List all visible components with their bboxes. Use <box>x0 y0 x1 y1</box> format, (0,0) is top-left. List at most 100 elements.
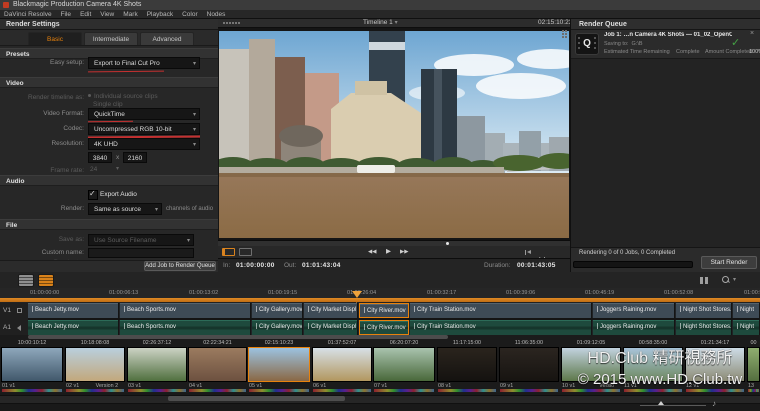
grid-dots-icon[interactable] <box>562 30 564 32</box>
audio-clip[interactable]: City Train Station.mov <box>410 320 592 335</box>
clip-thumbnail[interactable]: 11:17:15:00 08 v1 <box>437 340 497 393</box>
option-individual-source-clips[interactable]: Individual source clips <box>88 93 158 100</box>
settings-tab[interactable]: Advanced <box>140 32 194 45</box>
clip-thumbnail-image[interactable] <box>127 347 187 382</box>
start-render-button[interactable]: Start Render <box>701 256 757 269</box>
clip-thumbnail[interactable]: 00:58:35:00 11 v1 <box>623 340 683 393</box>
clip-thumbnail-image[interactable] <box>499 347 559 382</box>
zoom-slider[interactable] <box>640 405 706 406</box>
panel-grip-dots[interactable] <box>223 22 225 24</box>
zoom-icon[interactable] <box>722 276 729 283</box>
audio-clip[interactable]: Night Shot Stores.m <box>676 320 732 335</box>
codec-dropdown[interactable]: Uncompressed RGB 10-bit <box>88 123 200 135</box>
clip-mode-icon[interactable] <box>239 248 252 256</box>
settings-tab[interactable]: Intermediate <box>84 32 138 45</box>
clip-thumbnail-image[interactable] <box>1 347 63 382</box>
audio-channels-dropdown[interactable]: Same as source <box>88 203 162 215</box>
clip-thumbnail[interactable]: 01:21:34:17 12 v1 <box>685 340 745 393</box>
settings-tab[interactable]: Basic <box>28 32 82 45</box>
playhead-marker[interactable] <box>352 291 362 298</box>
menu-item[interactable]: Edit <box>80 11 91 18</box>
menu-item[interactable]: Mark <box>123 11 137 18</box>
export-audio-checkbox[interactable] <box>88 190 98 200</box>
clip-thumbnail-image[interactable] <box>747 347 760 382</box>
menu-item[interactable]: Color <box>182 11 198 18</box>
resolution-width-field[interactable]: 3840 <box>88 152 112 163</box>
video-clip[interactable]: City Gallery.mov <box>252 303 303 318</box>
menu-item[interactable]: File <box>61 11 71 18</box>
video-track-label[interactable]: V1 <box>3 303 11 318</box>
audio-clip[interactable]: City Market Displ <box>304 320 358 335</box>
audio-clip[interactable]: Joggers Raining.mov <box>593 320 675 335</box>
option-single-clip[interactable]: Single clip <box>93 101 123 108</box>
audio-clip[interactable]: Beach Jetty.mov <box>28 320 119 335</box>
skip-back-button[interactable]: ◀◀ <box>368 246 376 258</box>
video-clip[interactable]: Joggers Raining.mov <box>593 303 675 318</box>
video-clip[interactable]: City River.mov <box>359 303 409 318</box>
audio-track-label[interactable]: A1 <box>3 320 11 335</box>
previous-frame-icon[interactable] <box>524 249 532 256</box>
skip-forward-button[interactable]: ▶▶ <box>400 246 408 258</box>
menu-item[interactable]: Playback <box>147 11 173 18</box>
snap-icon[interactable] <box>700 277 703 284</box>
zoom-dropdown-arrow-icon[interactable]: ▾ <box>733 276 736 283</box>
clip-thumbnail[interactable]: 06:20:07:20 07 v1 <box>373 340 435 393</box>
timeline-ruler[interactable]: 01:00:00:0001:00:06:1301:00:13:0201:00:1… <box>0 288 760 298</box>
video-clip[interactable]: Night Shot Stores.m <box>676 303 732 318</box>
clip-thumbnail[interactable]: 10:18:08:08 02 v1 Version 2 <box>65 340 125 393</box>
audio-clip[interactable]: City River.mov <box>359 320 409 335</box>
clip-thumbnail[interactable]: 02:15:10:23 05 v1 <box>248 340 310 393</box>
add-job-to-render-queue-button[interactable]: Add Job to Render Queue <box>144 261 216 271</box>
save-as-dropdown[interactable]: Use Source Filename <box>88 234 194 246</box>
clip-thumbnail-image[interactable] <box>685 347 745 382</box>
clip-thumbnail-image[interactable] <box>623 347 683 382</box>
clip-thumbnail-image[interactable] <box>65 347 125 382</box>
resolution-dropdown[interactable]: 4K UHD <box>88 138 200 150</box>
video-clip[interactable]: Beach Sports.mov <box>120 303 251 318</box>
strip-scrollbar-thumb[interactable] <box>168 396 345 401</box>
easy-setup-dropdown[interactable]: Export to Final Cut Pro <box>88 57 200 69</box>
video-clip[interactable]: Night <box>733 303 760 318</box>
scrub-marker[interactable] <box>446 242 449 245</box>
custom-name-input[interactable] <box>88 248 194 258</box>
resolution-height-field[interactable]: 2160 <box>123 152 147 163</box>
video-clip[interactable]: City Train Station.mov <box>410 303 592 318</box>
timeline-view-icon[interactable] <box>18 274 34 287</box>
clip-thumbnail-image[interactable] <box>373 347 435 382</box>
speaker-icon[interactable] <box>17 325 21 331</box>
clip-thumbnail-image[interactable] <box>188 347 247 382</box>
clip-thumbnail[interactable]: 10:00:10:12 01 v1 <box>1 340 63 393</box>
video-clip[interactable]: City Market Displ <box>304 303 358 318</box>
clips-view-icon[interactable] <box>38 274 54 287</box>
video-track-enable-icon[interactable] <box>17 308 22 313</box>
video-preview[interactable] <box>219 31 569 238</box>
menu-item[interactable]: View <box>100 11 114 18</box>
out-timecode[interactable]: 01:01:43:04 <box>302 259 341 273</box>
clip-thumbnail-image[interactable] <box>437 347 497 382</box>
job-close-icon[interactable]: × <box>750 30 754 37</box>
timeline-range-bar[interactable] <box>0 298 760 302</box>
frame-rate-value[interactable]: 24 <box>90 166 97 173</box>
audio-clip[interactable]: Night <box>733 320 760 335</box>
clip-thumbnail-image[interactable] <box>248 347 310 382</box>
zoom-slider-handle[interactable] <box>658 401 664 405</box>
clip-thumbnail[interactable]: 00 13 <box>747 340 760 393</box>
menu-item[interactable]: Nodes <box>207 11 226 18</box>
timeline-selector[interactable]: Timeline 1 ▾ <box>363 19 398 27</box>
clip-thumbnail[interactable]: 02:26:37:12 03 v1 <box>127 340 187 393</box>
audio-clip[interactable]: City Gallery.mov <box>252 320 303 335</box>
video-clip[interactable]: Beach Jetty.mov <box>28 303 119 318</box>
clip-thumbnail-image[interactable] <box>312 347 372 382</box>
clip-thumbnail[interactable]: 01:37:52:07 06 v1 <box>312 340 372 393</box>
video-format-dropdown[interactable]: QuickTime <box>88 108 200 120</box>
clip-thumbnail[interactable]: 11:06:35:00 09 v1 <box>499 340 559 393</box>
render-job-card[interactable]: Q Job 1: …n Camera 4K Shots — 01_02_Open… <box>571 30 760 59</box>
clip-thumbnail[interactable]: 02:22:34:21 04 v1 <box>188 340 247 393</box>
clip-thumbnail[interactable]: 01:09:12:05 10 v1 Versio <box>561 340 621 393</box>
clip-thumbnail-image[interactable] <box>561 347 621 382</box>
in-timecode[interactable]: 01:00:00:00 <box>236 259 275 273</box>
play-button[interactable]: ▶ <box>386 246 391 258</box>
menu-item[interactable]: DaVinci Resolve <box>4 11 52 18</box>
audio-clip[interactable]: Beach Sports.mov <box>120 320 251 335</box>
timeline-scrollbar-thumb[interactable] <box>28 335 448 339</box>
